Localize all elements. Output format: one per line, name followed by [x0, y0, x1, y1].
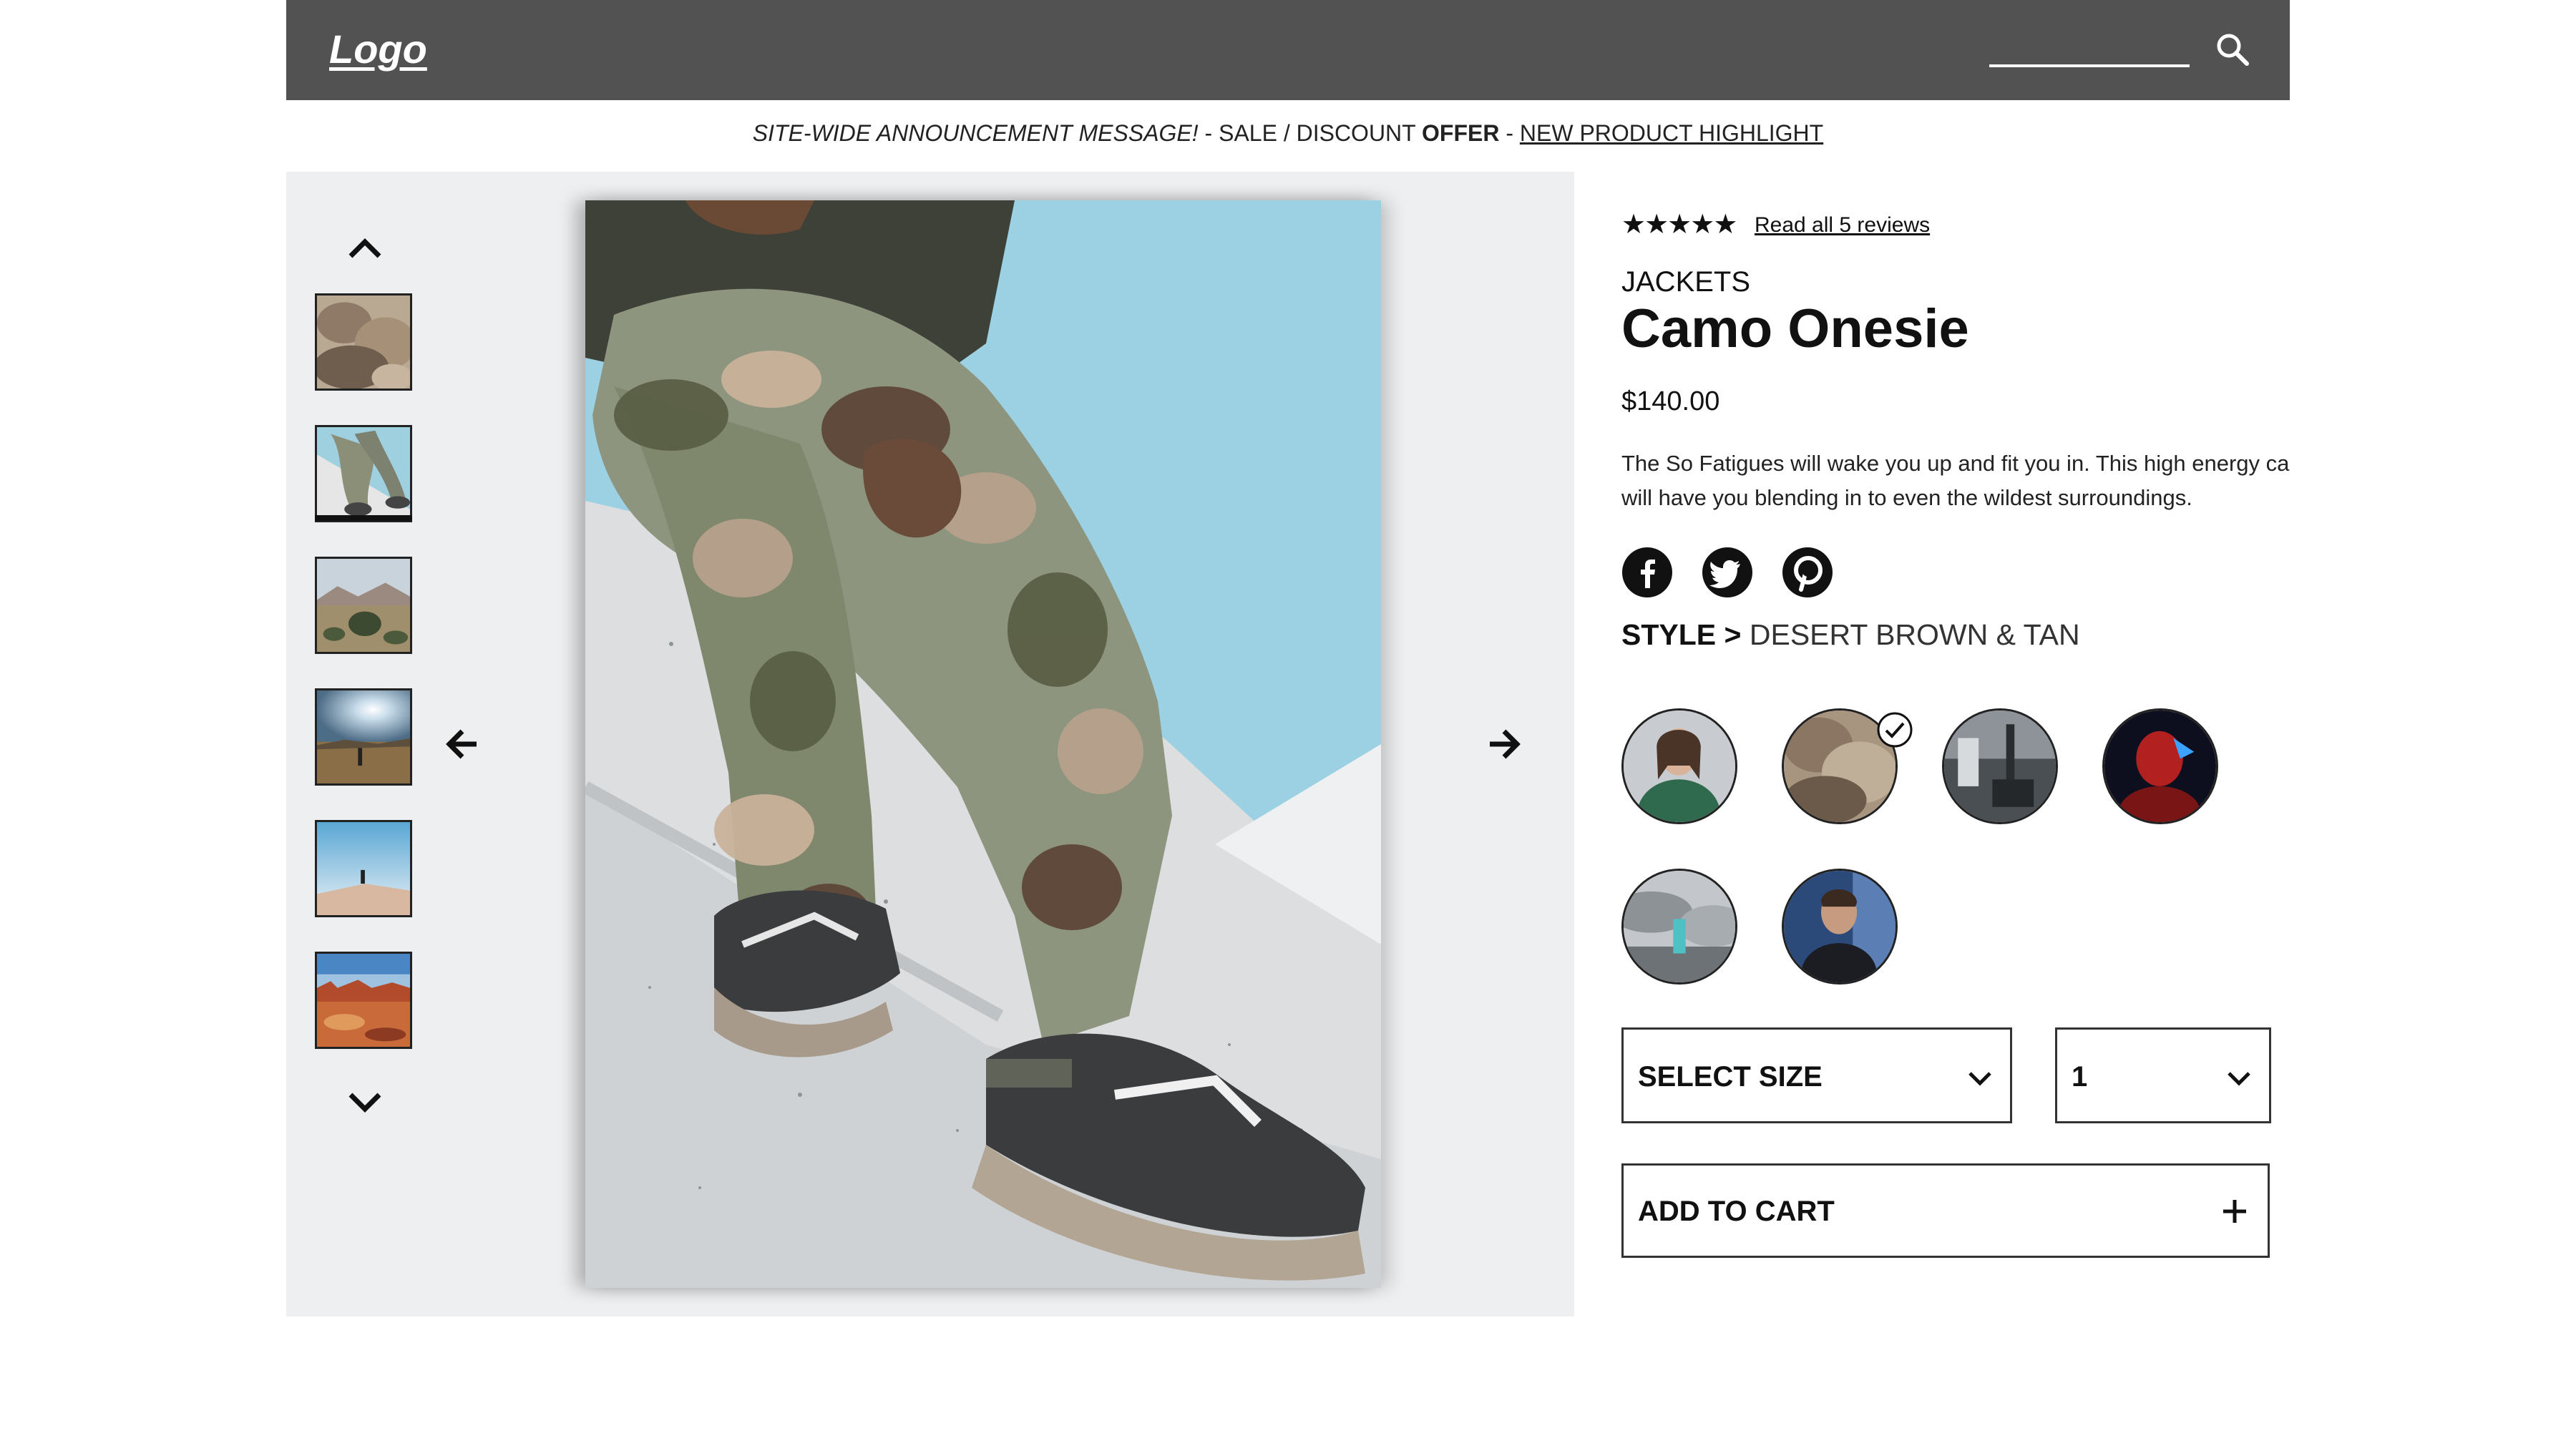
twitter-icon[interactable] [1702, 547, 1753, 598]
new-product-link[interactable]: NEW PRODUCT HIGHLIGHT [1520, 120, 1823, 146]
description-line-2: will have you blending in to even the wi… [1621, 485, 2192, 510]
product-description: The So Fatigues will wake you up and fit… [1621, 446, 2290, 515]
style-swatch-6[interactable] [1782, 869, 1898, 985]
quantity-select[interactable]: 1 [2055, 1027, 2271, 1123]
style-swatch-5[interactable] [1621, 869, 1737, 985]
star-icon: ★ [1621, 210, 1646, 240]
size-select[interactable]: SELECT SIZE [1621, 1027, 2012, 1123]
search-icon[interactable] [2211, 29, 2254, 72]
quantity-select-value: 1 [2072, 1061, 2088, 1093]
style-swatch-4[interactable] [2102, 708, 2218, 824]
chevron-down-icon [2228, 1072, 2250, 1086]
selected-check-icon [1877, 712, 1913, 748]
thumbnail-6[interactable] [315, 952, 412, 1049]
thumbnail-5[interactable] [315, 820, 412, 917]
thumbnail-3[interactable] [315, 557, 412, 654]
announcement-bar: SITE-WIDE ANNOUNCEMENT MESSAGE! - SALE /… [286, 120, 2290, 147]
thumbnail-1[interactable] [315, 293, 412, 391]
announcement-sale-text: - SALE / DISCOUNT [1198, 120, 1423, 146]
size-select-value: SELECT SIZE [1638, 1061, 1823, 1093]
star-icon: ★ [1644, 210, 1669, 240]
product-gallery [286, 172, 1574, 1317]
description-line-1: The So Fatigues will wake you up and fit… [1621, 451, 2290, 476]
style-prefix: STYLE > [1621, 618, 1742, 651]
chevron-up-icon[interactable] [343, 229, 386, 265]
style-swatch-3[interactable] [1942, 708, 2058, 824]
style-value: DESERT BROWN & TAN [1749, 618, 2080, 651]
read-reviews-link[interactable]: Read all 5 reviews [1755, 213, 1930, 238]
add-to-cart-button[interactable]: ADD TO CART [1621, 1163, 2270, 1258]
announcement-message: SITE-WIDE ANNOUNCEMENT MESSAGE! [752, 120, 1199, 146]
site-header: Logo [286, 0, 2290, 100]
plus-icon [2223, 1200, 2246, 1223]
add-to-cart-label: ADD TO CART [1638, 1196, 1835, 1227]
main-product-image[interactable] [585, 200, 1381, 1288]
arrow-left-icon[interactable] [441, 723, 484, 766]
product-title: Camo Onesie [1621, 298, 1969, 359]
product-price: $140.00 [1621, 386, 1720, 416]
logo[interactable]: Logo [329, 26, 427, 72]
thumbnail-2[interactable] [315, 425, 412, 522]
star-icon: ★ [1667, 210, 1692, 240]
chevron-down-icon[interactable] [343, 1085, 386, 1120]
thumbnail-4[interactable] [315, 688, 412, 786]
style-label: STYLE > DESERT BROWN & TAN [1621, 618, 2080, 652]
star-icon: ★ [1713, 210, 1737, 240]
star-icon: ★ [1690, 210, 1714, 240]
announcement-offer: OFFER [1422, 120, 1500, 146]
facebook-icon[interactable] [1621, 547, 1673, 598]
arrow-right-icon[interactable] [1483, 723, 1526, 766]
chevron-down-icon [1968, 1072, 1991, 1086]
pinterest-icon[interactable] [1782, 547, 1833, 598]
search-input[interactable] [1989, 31, 2190, 67]
active-thumbnail-indicator [315, 515, 412, 521]
announcement-separator: - [1499, 120, 1520, 146]
product-category: JACKETS [1621, 266, 1751, 298]
style-swatch-1[interactable] [1621, 708, 1737, 824]
star-rating: ★ ★ ★ ★ ★ [1621, 210, 1737, 240]
